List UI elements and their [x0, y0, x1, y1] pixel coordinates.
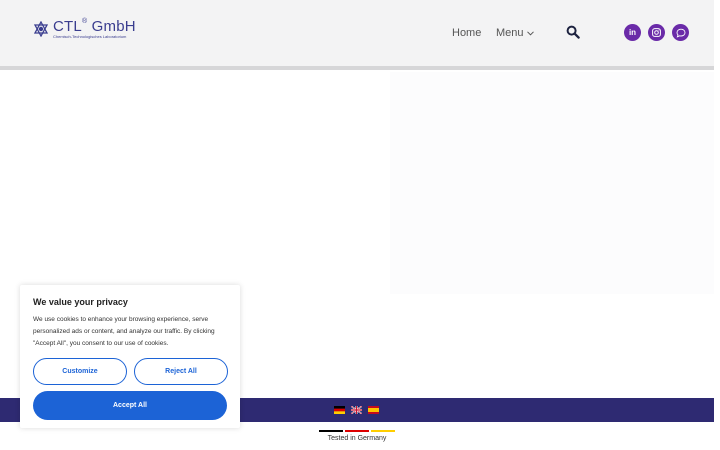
nav-menu-label: Menu: [496, 27, 524, 39]
logo-suffix: GmbH: [87, 18, 136, 35]
flag-de-icon[interactable]: [334, 406, 345, 414]
hero-area: [72, 72, 714, 294]
linkedin-label: in: [628, 28, 637, 37]
logo-registered-mark: ®: [81, 18, 88, 25]
chat-glyph: [676, 28, 685, 38]
logo-emblem-icon: [33, 21, 49, 37]
logo-title: CTL: [53, 18, 82, 35]
chat-icon[interactable]: [672, 24, 689, 41]
tested-flag-bars: [318, 430, 396, 432]
tested-bar-red: [345, 430, 369, 432]
flag-en-icon[interactable]: [351, 406, 362, 414]
logo-subtitle: Chemisch-Technologisches Laboratorium: [53, 34, 127, 39]
chevron-down-icon: [526, 30, 534, 36]
customize-button[interactable]: Customize: [33, 358, 127, 385]
tested-bar-gold: [371, 430, 395, 432]
header-divider: [0, 66, 714, 70]
cookie-title: We value your privacy: [33, 297, 128, 307]
cookie-description: We use cookies to enhance your browsing …: [33, 316, 215, 347]
company-logo[interactable]: CTL® GmbH Chemisch-Technologisches Labor…: [33, 18, 136, 39]
nav-menu-dropdown[interactable]: Menu: [496, 27, 534, 39]
reject-all-button[interactable]: Reject All: [134, 358, 228, 385]
tested-in-germany-badge: Tested in Germany: [318, 430, 396, 442]
flag-es-icon[interactable]: [368, 406, 379, 414]
accept-all-button[interactable]: Accept All: [33, 391, 227, 420]
hero-image-placeholder: [390, 72, 714, 294]
cookie-consent-dialog: We value your privacy We use cookies to …: [20, 285, 240, 428]
tested-label: Tested in Germany: [327, 435, 387, 442]
linkedin-icon[interactable]: in: [624, 24, 641, 41]
site-header: CTL® GmbH Chemisch-Technologisches Labor…: [0, 0, 714, 66]
tested-bar-black: [319, 430, 343, 432]
instagram-icon[interactable]: [648, 24, 665, 41]
nav-home-link[interactable]: Home: [452, 27, 481, 39]
search-icon[interactable]: [566, 25, 580, 39]
instagram-glyph: [652, 28, 661, 37]
